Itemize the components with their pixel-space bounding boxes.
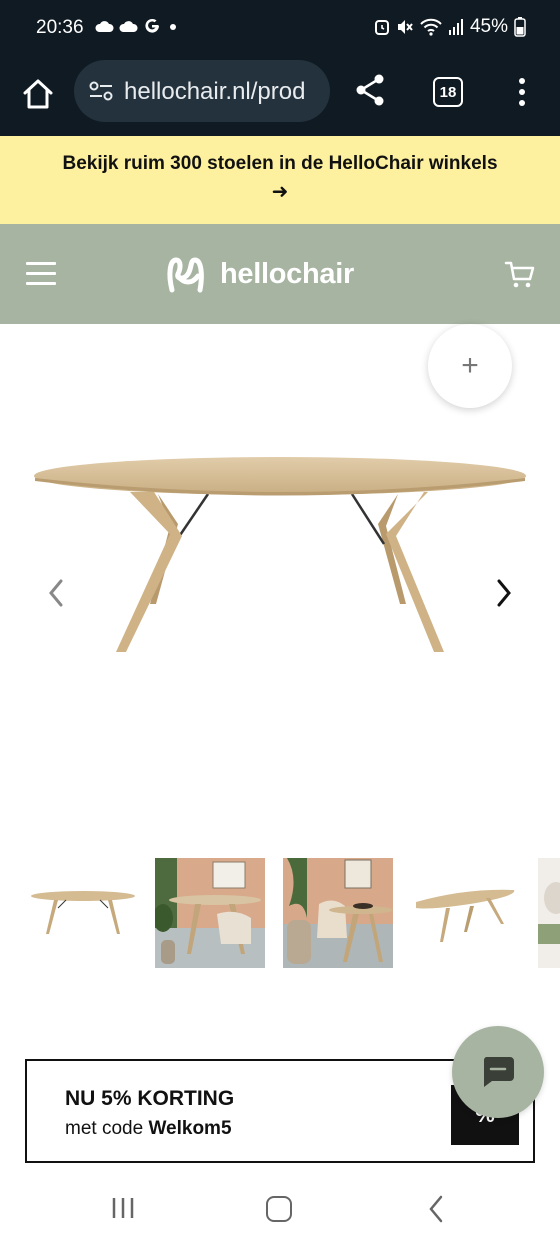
thumbnail-strip — [0, 858, 560, 970]
site-settings-icon[interactable] — [88, 80, 114, 102]
status-right-icons: 45% — [374, 16, 526, 38]
url-text: hellochair.nl/prod — [124, 78, 306, 105]
cloud-icon — [95, 21, 114, 32]
thumbnail-1[interactable] — [28, 858, 138, 968]
browser-toolbar: hellochair.nl/prod 18 — [0, 56, 560, 136]
status-left-icons — [94, 16, 180, 36]
thumbnail-2[interactable] — [155, 858, 265, 968]
dot-icon — [170, 24, 176, 30]
site-header: hellochair — [0, 224, 560, 324]
discount-subtitle-prefix: met code — [65, 1118, 149, 1139]
logo-text: hellochair — [220, 257, 354, 290]
battery-icon — [514, 17, 526, 37]
google-icon — [145, 18, 159, 33]
chat-bubble-icon — [483, 1057, 514, 1087]
home-nav-icon[interactable] — [266, 1196, 292, 1222]
alarm-icon — [374, 20, 389, 35]
promo-banner[interactable]: Bekijk ruim 300 stoelen in de HelloChair… — [0, 136, 560, 224]
back-icon[interactable] — [426, 1194, 446, 1224]
status-bar: 20:36 45% — [0, 0, 560, 56]
mute-icon — [397, 20, 413, 34]
thumbnail-3[interactable] — [283, 858, 393, 968]
site-logo[interactable]: hellochair — [164, 252, 354, 296]
status-time: 20:36 — [36, 17, 84, 38]
recent-apps-icon[interactable] — [110, 1196, 136, 1220]
signal-icon — [448, 19, 463, 35]
product-image-table — [34, 457, 526, 652]
chat-button[interactable] — [452, 1026, 544, 1118]
cloud-icon — [119, 21, 138, 32]
battery-percent: 45% — [469, 16, 508, 37]
promo-text: Bekijk ruim 300 stoelen in de HelloChair… — [62, 153, 498, 174]
home-icon[interactable] — [18, 74, 58, 114]
wifi-icon — [420, 18, 442, 36]
product-gallery: + — [0, 324, 560, 844]
system-navigation-bar — [0, 1172, 560, 1244]
thumbnail-5[interactable] — [538, 858, 560, 968]
more-options-icon[interactable] — [510, 74, 534, 110]
thumbnail-4[interactable] — [410, 858, 520, 968]
address-bar[interactable]: hellochair.nl/prod — [74, 60, 330, 122]
arrow-right-icon: ➜ — [271, 181, 289, 203]
discount-code: Welkom5 — [148, 1118, 232, 1139]
hamburger-menu-icon[interactable] — [26, 262, 56, 286]
discount-title: NU 5% KORTING — [65, 1087, 235, 1110]
tab-switcher-button[interactable]: 18 — [433, 77, 463, 107]
hellochair-logo-icon — [167, 257, 204, 293]
discount-subtitle: met code Welkom5 — [65, 1118, 232, 1140]
share-icon[interactable] — [352, 72, 388, 108]
cart-icon[interactable] — [504, 258, 536, 290]
zoom-button[interactable]: + — [428, 324, 512, 408]
